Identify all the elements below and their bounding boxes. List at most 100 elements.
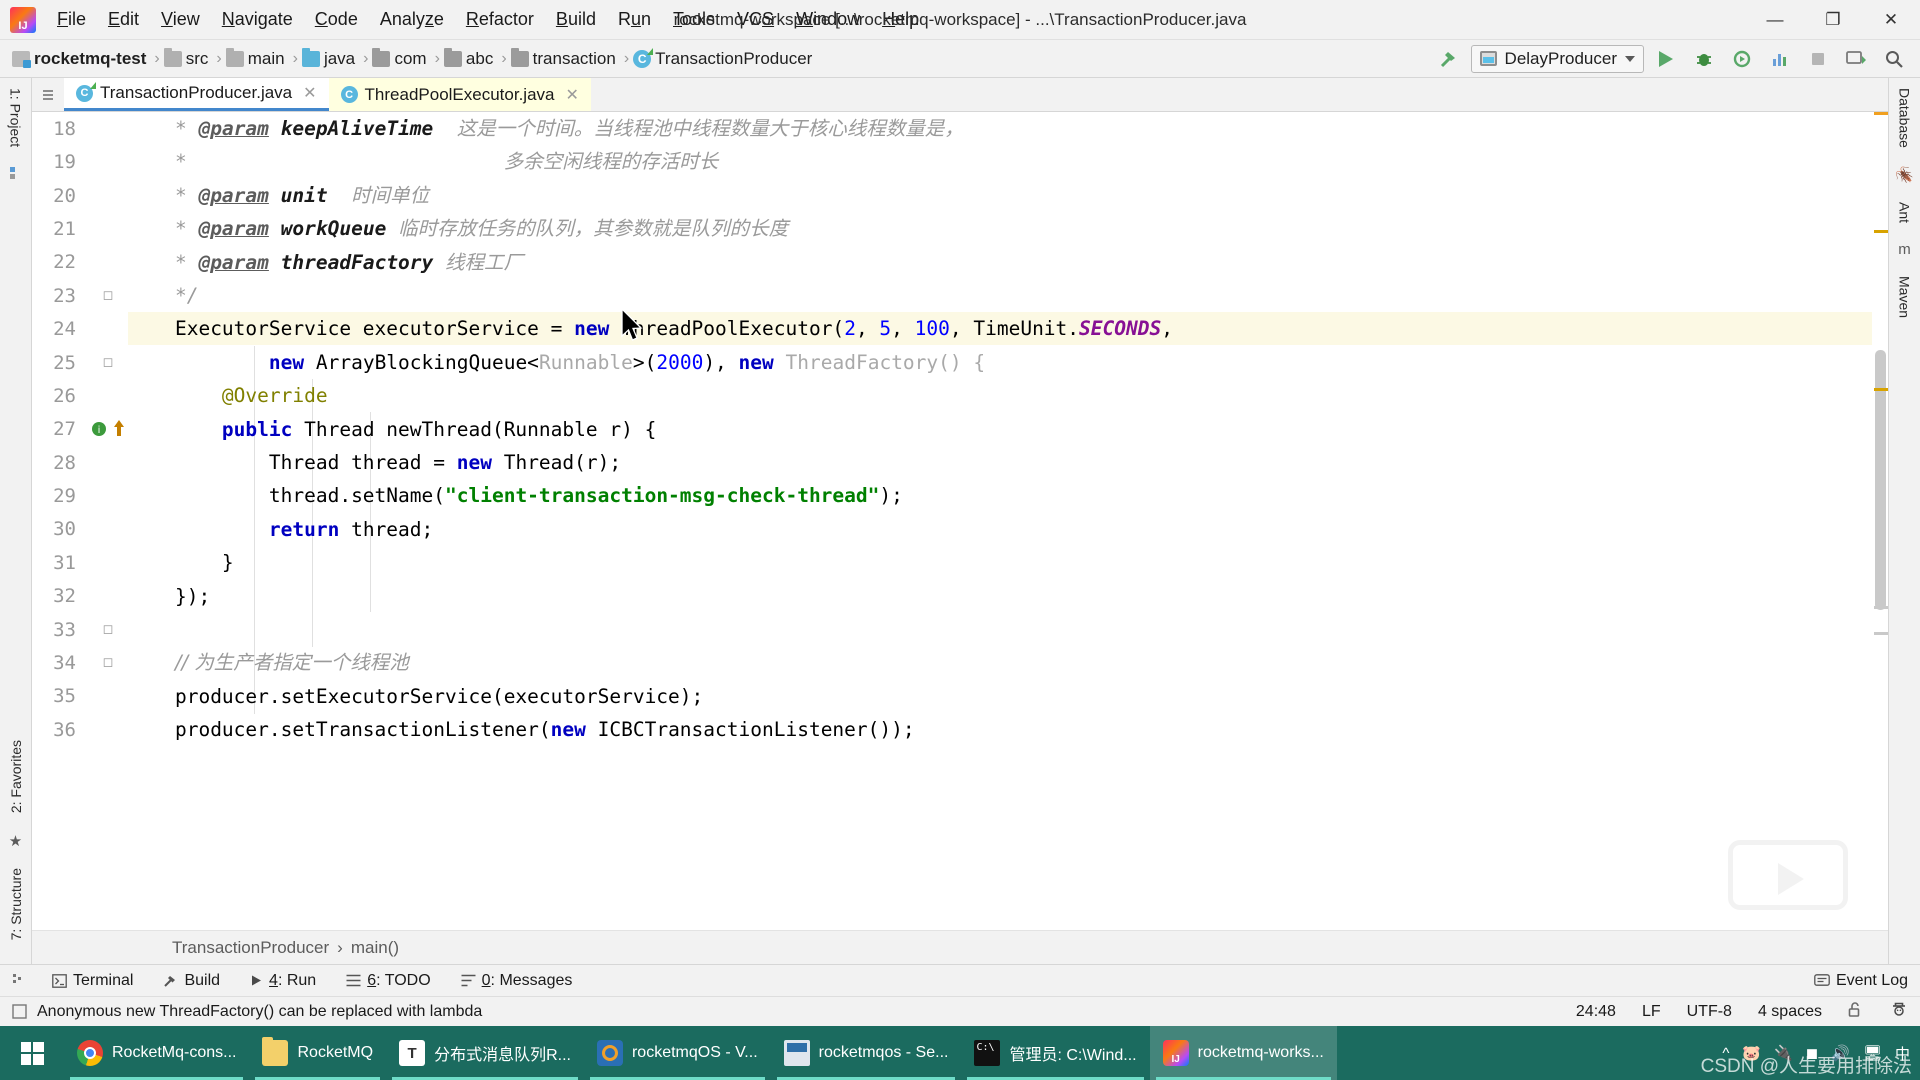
unlocked-icon[interactable] — [1848, 1001, 1864, 1023]
minimize-button[interactable]: — — [1746, 0, 1804, 40]
code-text: ), — [703, 350, 739, 374]
sidebar-item-database[interactable]: Database — [1897, 78, 1913, 158]
breadcrumb-method[interactable]: main() — [351, 938, 399, 958]
code-text: thread.setName( — [268, 484, 445, 508]
stripe-marker[interactable] — [1874, 112, 1888, 115]
menu-build[interactable]: Build — [545, 6, 607, 33]
tab-thread-pool-executor[interactable]: C ThreadPoolExecutor.java ✕ — [328, 78, 591, 111]
toolwindow-terminal[interactable]: Terminal — [48, 970, 137, 992]
run-button[interactable] — [1650, 44, 1682, 74]
tray-volume-icon[interactable]: 🔊 — [1831, 1044, 1850, 1062]
toolwindow-todo[interactable]: 6: TODO — [342, 970, 434, 992]
menu-help[interactable]: Help — [871, 6, 930, 33]
tab-list-icon[interactable] — [32, 78, 64, 111]
debug-button[interactable] — [1688, 44, 1720, 74]
breadcrumb-item-src[interactable]: src — [163, 47, 213, 69]
module-icon — [12, 50, 31, 68]
taskbar-item-typora[interactable]: T 分布式消息队列R... — [386, 1026, 584, 1080]
menu-code[interactable]: Code — [304, 6, 369, 33]
tray-expand-icon[interactable]: ^ — [1722, 1045, 1729, 1062]
event-log-label[interactable]: Event Log — [1836, 972, 1908, 990]
editor-scrollbar[interactable] — [1872, 112, 1888, 930]
search-everywhere-icon[interactable] — [1878, 44, 1910, 74]
tab-transaction-producer[interactable]: C TransactionProducer.java ✕ — [64, 78, 329, 111]
fold-marker-icon[interactable]: ◻ — [100, 354, 116, 370]
fold-marker-icon[interactable]: ◻ — [100, 621, 116, 637]
menu-edit[interactable]: Edit — [97, 6, 150, 33]
toolwindow-run[interactable]: 4: Run — [246, 970, 320, 992]
update-application-button[interactable] — [1840, 44, 1872, 74]
taskbar-item-intellij[interactable]: rocketmq-works... — [1149, 1026, 1337, 1080]
toolwindow-build[interactable]: Build — [159, 970, 224, 992]
taskbar-item-cmd[interactable]: C:\ 管理员: C:\Wind... — [961, 1026, 1149, 1080]
menu-run[interactable]: Run — [607, 6, 662, 33]
javadoc-param: keepAliveTime — [280, 117, 434, 140]
sidebar-item-structure[interactable]: 7: Structure — [8, 858, 24, 950]
run-with-coverage-button[interactable] — [1726, 44, 1758, 74]
fold-marker-icon[interactable]: ◻ — [100, 287, 116, 303]
breadcrumb-item-class[interactable]: C TransactionProducer — [633, 47, 816, 69]
stripe-marker[interactable] — [1874, 606, 1888, 609]
javadoc-tag: @param — [198, 183, 269, 207]
run-configuration-selector[interactable]: DelayProducer — [1470, 44, 1644, 73]
code-text: ); — [879, 484, 903, 508]
line-number: 32 — [53, 585, 76, 607]
stripe-marker[interactable] — [1874, 632, 1888, 635]
close-icon[interactable]: ✕ — [303, 83, 316, 103]
tray-app-icon[interactable]: 🐷 — [1742, 1044, 1761, 1062]
tray-display-icon[interactable]: 🖥 — [1863, 1044, 1882, 1062]
stop-button[interactable] — [1802, 44, 1834, 74]
editor-tab-bar: C TransactionProducer.java ✕ C ThreadPoo… — [32, 78, 1888, 112]
file-encoding[interactable]: UTF-8 — [1687, 1003, 1732, 1021]
tray-battery-icon[interactable]: ◼ — [1806, 1044, 1818, 1062]
indent-setting[interactable]: 4 spaces — [1758, 1003, 1822, 1021]
breadcrumb-item-main[interactable]: main — [225, 47, 289, 69]
profile-button[interactable] — [1764, 44, 1796, 74]
package-icon — [510, 47, 529, 67]
stripe-marker[interactable] — [1874, 230, 1888, 233]
breadcrumb-class[interactable]: TransactionProducer — [172, 938, 329, 958]
sidebar-item-maven[interactable]: Maven — [1897, 266, 1913, 328]
build-hammer-icon[interactable] — [1433, 44, 1465, 74]
code-text[interactable]: * @param keepAliveTime 这是一个时间。当线程池中线程数量大… — [128, 112, 1888, 930]
menu-navigate[interactable]: Navigate — [211, 6, 304, 33]
code-editor[interactable]: 18 19 20 21 22 23 24 25 26 27 28 29 30 3… — [32, 112, 1888, 930]
tray-network-icon[interactable]: 🔌 — [1774, 1044, 1793, 1062]
breadcrumb-item-abc[interactable]: abc — [443, 47, 497, 69]
number-literal: 2 — [844, 317, 856, 341]
taskbar-item-securecrt[interactable]: rocketmqos - Se... — [771, 1026, 962, 1080]
sidebar-item-project[interactable]: 1: Project — [8, 78, 24, 157]
intention-bulb-icon[interactable]: i — [90, 420, 108, 443]
maximize-button[interactable]: ❐ — [1804, 0, 1862, 40]
taskbar-item-rocketmq-folder[interactable]: RocketMQ — [249, 1026, 386, 1080]
sidebar-item-favorites[interactable]: 2: Favorites — [8, 730, 24, 823]
menu-refactor[interactable]: Refactor — [455, 6, 545, 33]
menu-file[interactable]: File — [46, 6, 97, 33]
menu-analyze[interactable]: Analyze — [369, 6, 455, 33]
taskbar-item-virtualbox[interactable]: rocketmqOS - V... — [584, 1026, 771, 1080]
line-number: 21 — [53, 218, 76, 240]
menu-window[interactable]: Window — [785, 6, 871, 33]
sidebar-item-ant[interactable]: Ant — [1897, 192, 1913, 233]
menu-vcs[interactable]: VCS — [726, 6, 785, 33]
breadcrumb-item-transaction[interactable]: transaction — [510, 47, 620, 69]
line-separator[interactable]: LF — [1642, 1003, 1661, 1021]
breadcrumb-item-com[interactable]: com — [372, 47, 430, 69]
close-icon[interactable]: ✕ — [566, 85, 579, 105]
stripe-marker[interactable] — [1874, 388, 1888, 391]
close-button[interactable]: ✕ — [1862, 0, 1920, 40]
menu-view[interactable]: View — [150, 6, 211, 33]
breadcrumb-item-module[interactable]: rocketmq-test — [12, 49, 150, 69]
editor-gutter[interactable]: 18 19 20 21 22 23 24 25 26 27 28 29 30 3… — [32, 112, 128, 930]
windows-start-icon[interactable] — [0, 1026, 64, 1080]
chrome-icon — [77, 1040, 103, 1066]
toolwindow-messages[interactable]: 0: Messages — [457, 970, 577, 992]
fold-marker-icon[interactable]: ◻ — [100, 654, 116, 670]
tray-ime-icon[interactable]: 中 — [1895, 1043, 1910, 1064]
hector-inspector-icon[interactable] — [1890, 1000, 1908, 1023]
caret-position[interactable]: 24:48 — [1576, 1003, 1616, 1021]
override-arrow-icon[interactable] — [112, 418, 126, 443]
taskbar-item-chrome[interactable]: RocketMq-cons... — [64, 1026, 249, 1080]
breadcrumb-item-java[interactable]: java — [301, 47, 359, 69]
menu-tools[interactable]: Tools — [662, 6, 726, 33]
